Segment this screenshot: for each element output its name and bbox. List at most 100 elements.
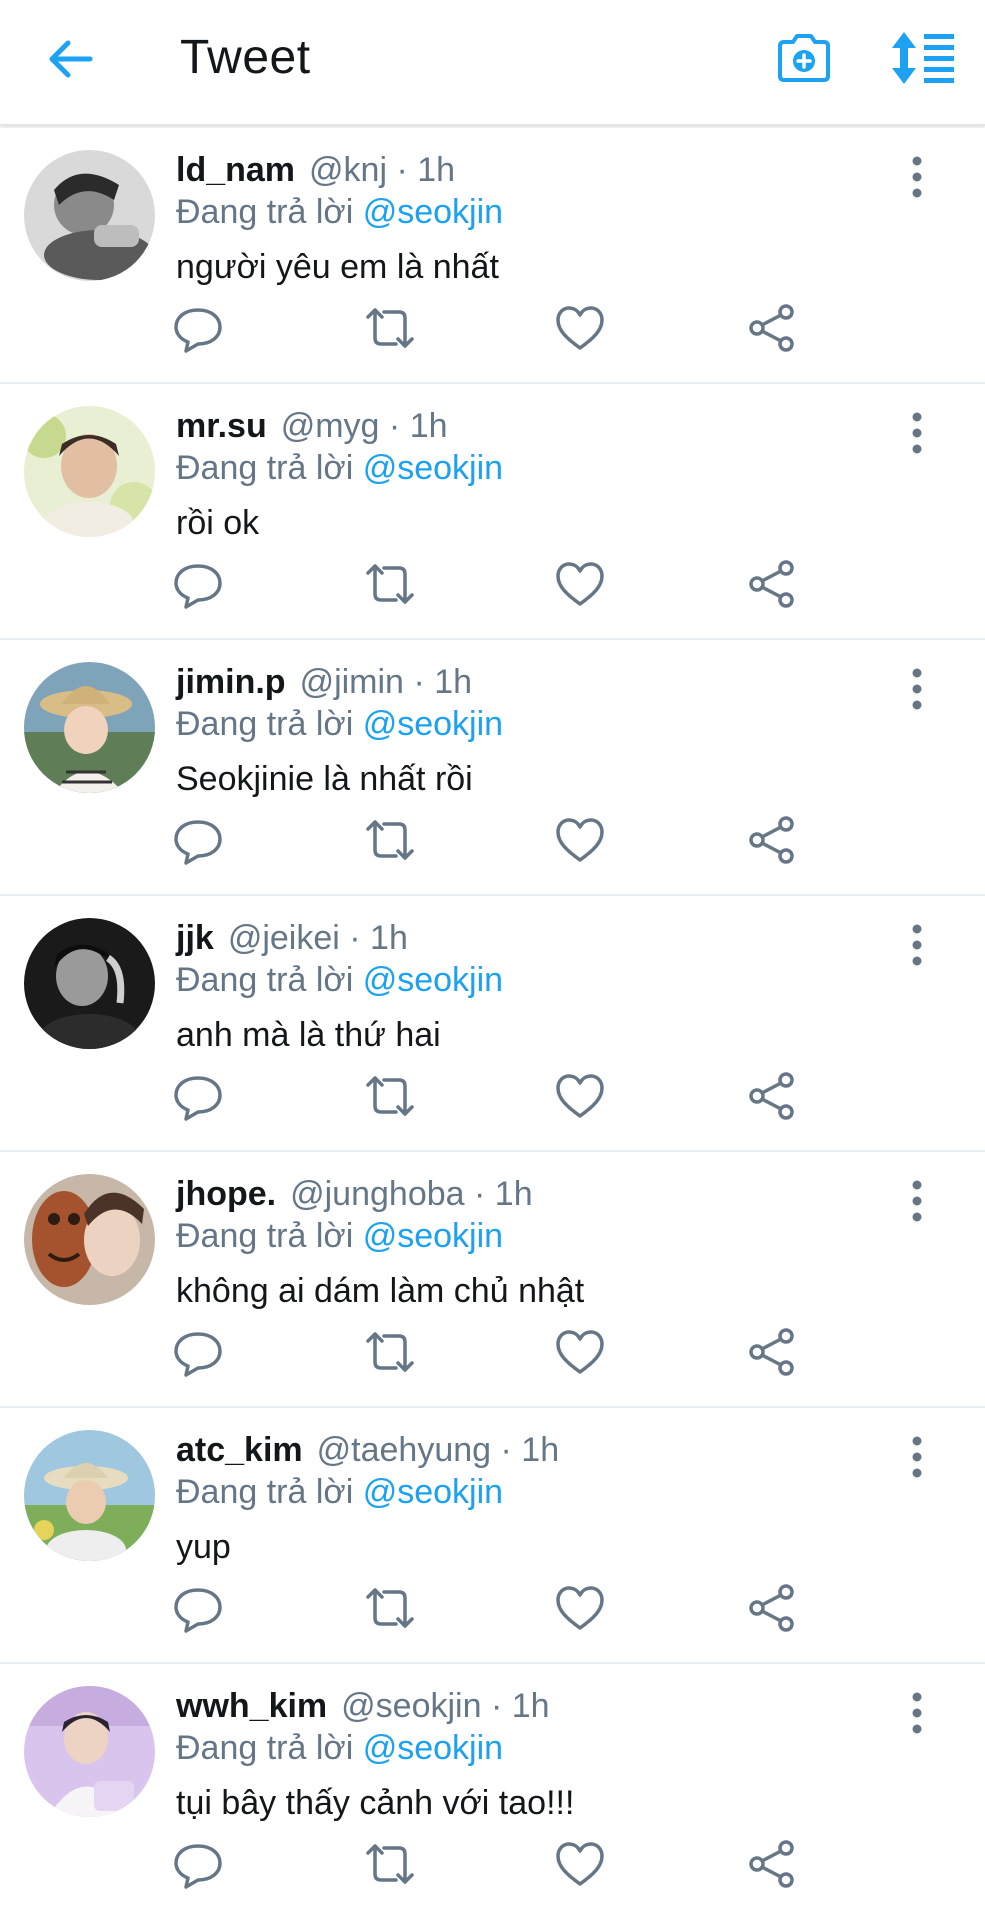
- reply-mention-link[interactable]: @seokjin: [363, 193, 503, 231]
- user-handle[interactable]: @myg: [281, 407, 380, 445]
- retweet-icon: [366, 308, 414, 348]
- display-name[interactable]: jjk: [176, 919, 214, 957]
- like-button[interactable]: [552, 1580, 608, 1636]
- like-button[interactable]: [552, 556, 608, 612]
- sort-button[interactable]: [890, 28, 956, 88]
- user-handle[interactable]: @jimin: [300, 663, 404, 701]
- tweet-item[interactable]: jhope. @junghoba · 1h Đang trả lời @seokj…: [0, 1152, 985, 1408]
- tweet-item[interactable]: jjk @jeikei · 1h Đang trả lời @seokjin an…: [0, 896, 985, 1152]
- tweet-actions: [0, 556, 985, 612]
- avatar-image: [24, 1430, 155, 1561]
- more-options-button[interactable]: [900, 410, 934, 456]
- user-handle[interactable]: @junghoba: [290, 1175, 464, 1213]
- tweet-actions: [0, 1580, 985, 1636]
- retweet-icon: [366, 1844, 414, 1884]
- share-icon: [749, 1072, 794, 1120]
- reply-button[interactable]: [170, 1324, 226, 1380]
- more-vertical-icon: [912, 156, 922, 198]
- more-options-button[interactable]: [900, 1434, 934, 1480]
- display-name[interactable]: ld_nam: [176, 151, 295, 189]
- reply-button[interactable]: [170, 1068, 226, 1124]
- more-options-button[interactable]: [900, 922, 934, 968]
- like-button[interactable]: [552, 812, 608, 868]
- tweet-item[interactable]: jimin.p @jimin · 1h Đang trả lời @seokjin…: [0, 640, 985, 896]
- sort-list-icon: [892, 32, 954, 84]
- tweet-item[interactable]: mr.su @myg · 1h Đang trả lời @seokjin rồi…: [0, 384, 985, 640]
- like-button[interactable]: [552, 300, 608, 356]
- separator: ·: [490, 1687, 503, 1725]
- display-name[interactable]: atc_kim: [176, 1431, 303, 1469]
- timestamp: 1h: [434, 663, 473, 701]
- display-name[interactable]: jimin.p: [176, 663, 286, 701]
- reply-mention-link[interactable]: @seokjin: [363, 449, 503, 487]
- share-button[interactable]: [744, 300, 800, 356]
- share-button[interactable]: [744, 812, 800, 868]
- tweet-text: yup: [176, 1528, 231, 1566]
- tweet-header: ld_nam @knj · 1h: [176, 150, 455, 190]
- reply-mention-link[interactable]: @seokjin: [363, 961, 503, 999]
- retweet-icon: [366, 1588, 414, 1628]
- tweet-text: Seokjinie là nhất rồi: [176, 760, 473, 798]
- reply-button[interactable]: [170, 1580, 226, 1636]
- separator: ·: [388, 407, 401, 445]
- like-icon: [556, 562, 604, 606]
- more-options-button[interactable]: [900, 666, 934, 712]
- reply-button[interactable]: [170, 1836, 226, 1892]
- reply-mention-link[interactable]: @seokjin: [363, 1217, 503, 1255]
- avatar[interactable]: [24, 1430, 155, 1561]
- tweet-item[interactable]: wwh_kim @seokjin · 1h Đang trả lời @seokj…: [0, 1664, 985, 1920]
- tweet-item[interactable]: ld_nam @knj · 1h Đang trả lời @seokjin ng…: [0, 128, 985, 384]
- retweet-icon: [366, 820, 414, 860]
- user-handle[interactable]: @taehyung: [317, 1431, 491, 1469]
- tweet-item[interactable]: atc_kim @taehyung · 1h Đang trả lời @seok…: [0, 1408, 985, 1664]
- reply-mention-link[interactable]: @seokjin: [363, 1729, 503, 1767]
- more-vertical-icon: [912, 412, 922, 454]
- share-button[interactable]: [744, 1068, 800, 1124]
- reply-mention-link[interactable]: @seokjin: [363, 705, 503, 743]
- share-button[interactable]: [744, 1324, 800, 1380]
- retweet-button[interactable]: [362, 812, 418, 868]
- reply-button[interactable]: [170, 556, 226, 612]
- retweet-button[interactable]: [362, 1324, 418, 1380]
- camera-button[interactable]: [776, 30, 832, 86]
- user-handle[interactable]: @knj: [309, 151, 387, 189]
- avatar[interactable]: [24, 662, 155, 793]
- more-options-button[interactable]: [900, 1690, 934, 1736]
- avatar[interactable]: [24, 918, 155, 1049]
- display-name[interactable]: wwh_kim: [176, 1687, 327, 1725]
- retweet-button[interactable]: [362, 1836, 418, 1892]
- separator: ·: [500, 1431, 512, 1469]
- tweet-header: jjk @jeikei · 1h: [176, 918, 408, 958]
- tweet-actions: [0, 300, 985, 356]
- retweet-button[interactable]: [362, 556, 418, 612]
- more-options-button[interactable]: [900, 154, 934, 200]
- separator: ·: [349, 919, 361, 957]
- more-options-button[interactable]: [900, 1178, 934, 1224]
- reply-button[interactable]: [170, 812, 226, 868]
- share-button[interactable]: [744, 1836, 800, 1892]
- avatar-image: [24, 1686, 155, 1817]
- reply-context: Đang trả lời @seokjin: [176, 704, 503, 744]
- reply-context: Đang trả lời @seokjin: [176, 960, 503, 1000]
- display-name[interactable]: mr.su: [176, 407, 267, 445]
- like-button[interactable]: [552, 1324, 608, 1380]
- avatar[interactable]: [24, 1174, 155, 1305]
- reply-label: Đang trả lời: [176, 449, 354, 487]
- reply-mention-link[interactable]: @seokjin: [363, 1473, 503, 1511]
- avatar[interactable]: [24, 406, 155, 537]
- back-button[interactable]: [44, 32, 98, 86]
- share-button[interactable]: [744, 556, 800, 612]
- like-icon: [556, 1330, 604, 1374]
- user-handle[interactable]: @jeikei: [228, 919, 340, 957]
- display-name[interactable]: jhope.: [176, 1175, 276, 1213]
- retweet-button[interactable]: [362, 1580, 418, 1636]
- avatar[interactable]: [24, 1686, 155, 1817]
- retweet-button[interactable]: [362, 300, 418, 356]
- avatar[interactable]: [24, 150, 155, 281]
- reply-button[interactable]: [170, 300, 226, 356]
- like-button[interactable]: [552, 1836, 608, 1892]
- retweet-button[interactable]: [362, 1068, 418, 1124]
- user-handle[interactable]: @seokjin: [341, 1687, 481, 1725]
- like-button[interactable]: [552, 1068, 608, 1124]
- share-button[interactable]: [744, 1580, 800, 1636]
